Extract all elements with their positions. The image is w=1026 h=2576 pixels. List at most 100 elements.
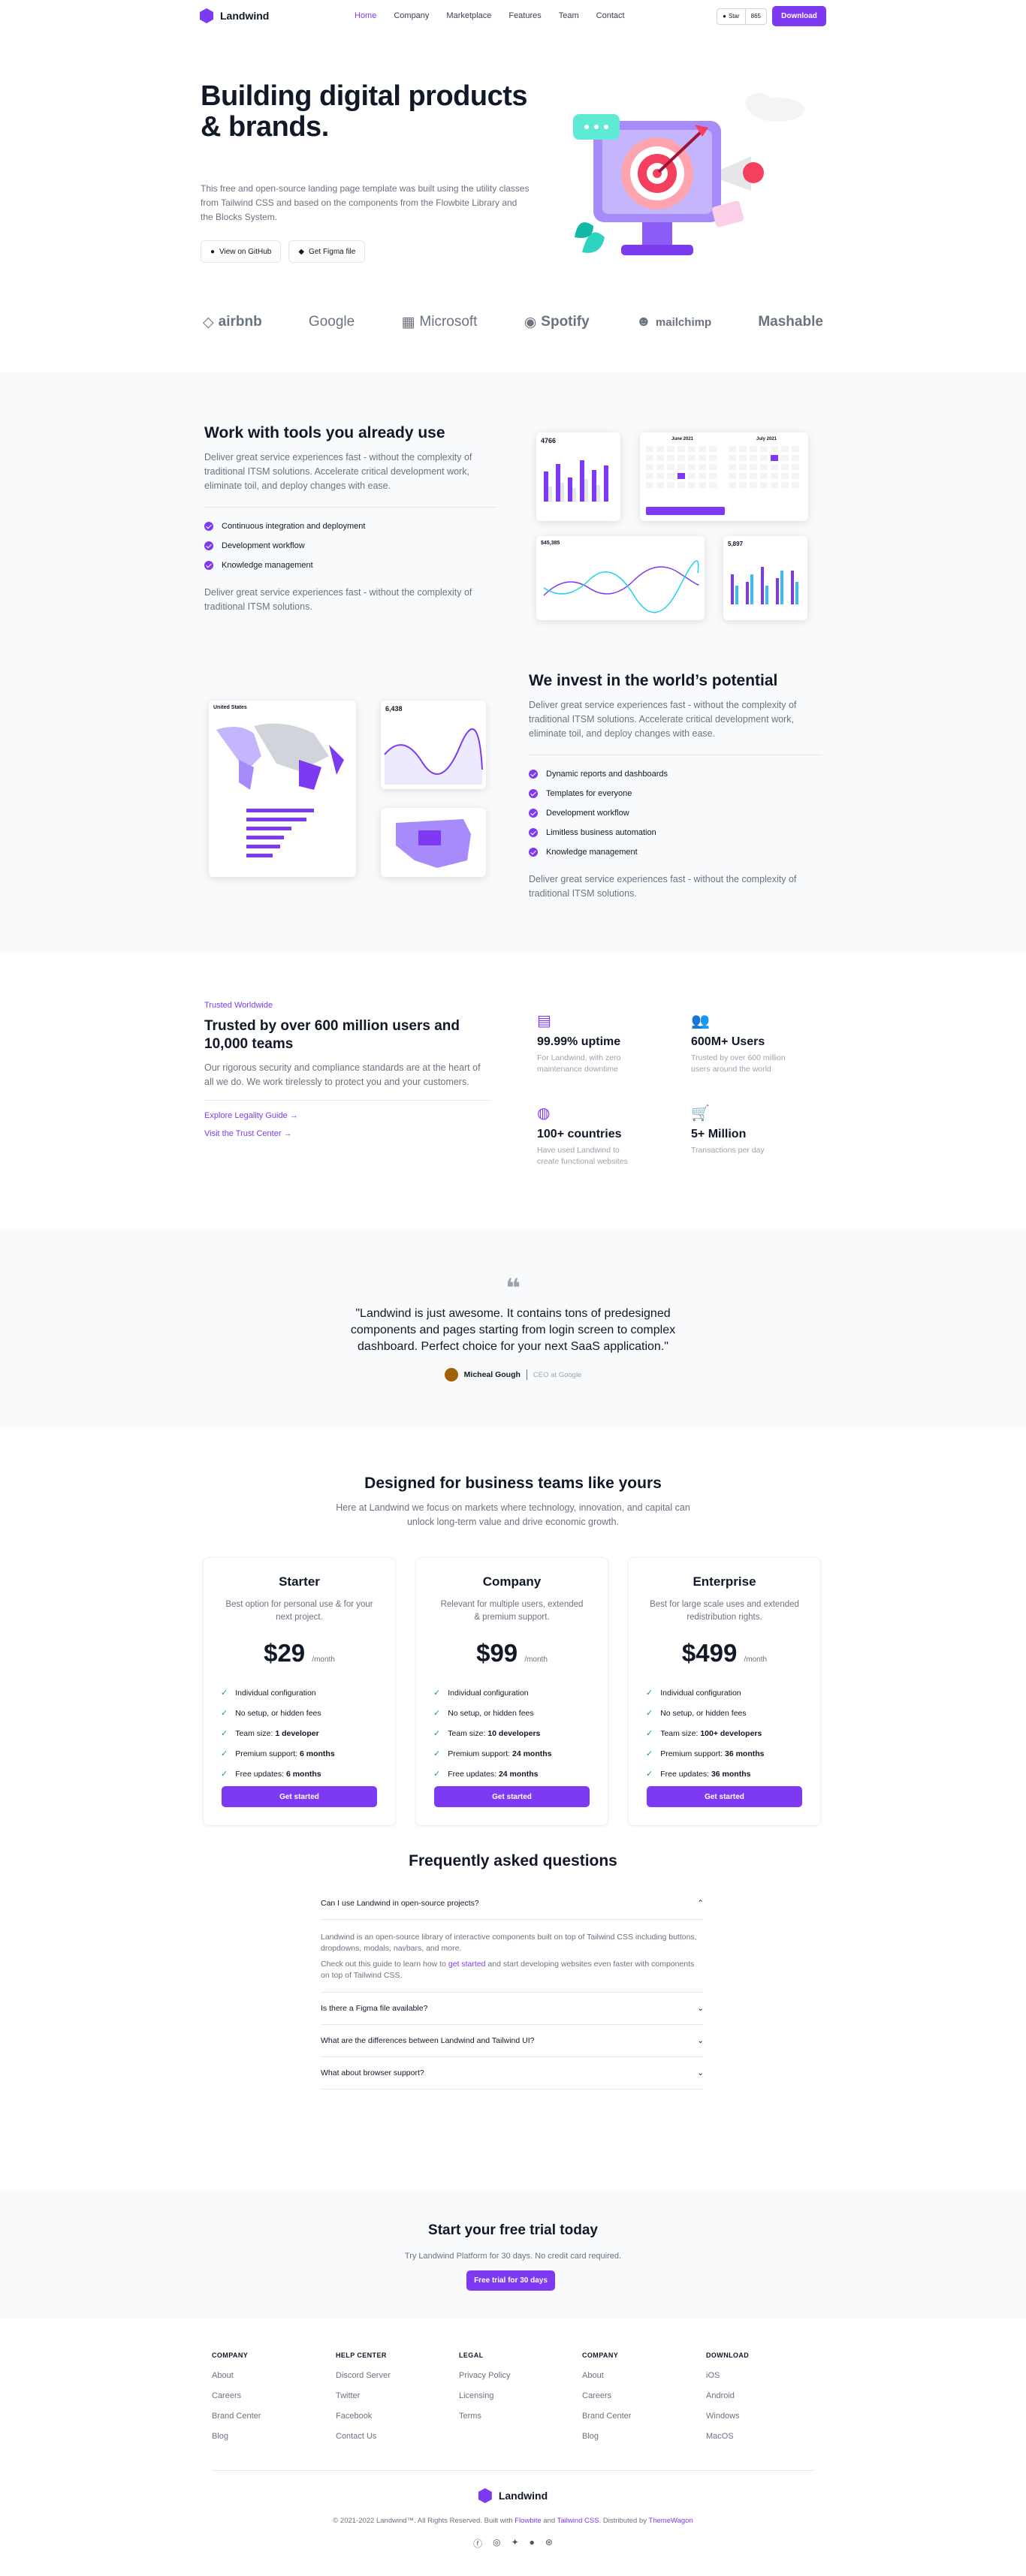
chevron-down-icon: ⌄	[697, 2004, 704, 2013]
view-github-button[interactable]: ● View on GitHub	[201, 240, 282, 263]
line-chart-preview	[543, 560, 699, 613]
flowbite-link[interactable]: Flowbite	[515, 2517, 541, 2525]
themewagon-link[interactable]: ThemeWagon	[648, 2517, 693, 2525]
get-started-button[interactable]: Get started	[222, 1786, 377, 1807]
testimonial-role: CEO at Google	[533, 1370, 582, 1379]
card-value: 6,438	[385, 705, 403, 713]
pricing-card-starter: Starter Best option for personal use & f…	[203, 1557, 396, 1826]
footer-link[interactable]: About	[582, 2371, 604, 2380]
hero-title: Building digital products & brands.	[201, 80, 528, 143]
testimonial-quote: "Landwind is just awesome. It contains t…	[350, 1307, 676, 1353]
get-started-button[interactable]: Get started	[434, 1786, 590, 1807]
free-trial-button[interactable]: Free trial for 30 days	[466, 2270, 555, 2291]
us-map-preview	[396, 819, 471, 868]
testimonial-section: ❝ "Landwind is just awesome. It contains…	[0, 1228, 1026, 1427]
social-links: ⓕ ◎ ✦ ● ⊛	[0, 2537, 1026, 2550]
tailwind-link[interactable]: Tailwind CSS	[557, 2517, 599, 2525]
legality-guide-link[interactable]: Explore Legality Guide →	[204, 1111, 490, 1120]
copyright: © 2021-2022 Landwind™. All Rights Reserv…	[333, 2517, 693, 2525]
get-started-link[interactable]: get started	[448, 1960, 486, 1969]
check-icon: ✓	[221, 1749, 228, 1758]
check-icon	[529, 770, 538, 779]
footer-link[interactable]: Blog	[212, 2432, 228, 2441]
footer-link[interactable]: Contact Us	[336, 2432, 376, 2441]
trust-eyebrow: Trusted Worldwide	[204, 1001, 273, 1010]
bar-chart-card: 4766	[536, 432, 620, 521]
footer-link[interactable]: Twitter	[336, 2391, 360, 2400]
footer-link[interactable]: Facebook	[336, 2412, 372, 2421]
avatar	[444, 1368, 458, 1381]
stat-users: 👥 600M+ Users Trusted by over 600 million …	[691, 1013, 786, 1074]
microsoft-logo: ▦ Microsoft	[401, 314, 478, 330]
check-icon	[529, 848, 538, 857]
stat-transactions: 🛒 5+ Million Transactions per day	[691, 1105, 765, 1155]
hero-description: This free and open-source landing page t…	[201, 183, 530, 222]
plan-feature: ✓ Free updates: 24 months	[433, 1769, 539, 1779]
footer-column: HELP CENTER Discord Server Twitter Facebook…	[336, 2352, 391, 2452]
github-icon[interactable]: ●	[530, 2537, 535, 2550]
users-icon: 👥	[691, 1013, 710, 1029]
footer-link[interactable]: Careers	[582, 2391, 611, 2400]
check-icon: ✓	[646, 1689, 653, 1698]
invest-item: Limitless business automation	[529, 823, 822, 842]
chevron-down-icon: ⌄	[697, 2036, 704, 2045]
instagram-icon[interactable]: ◎	[493, 2537, 500, 2550]
chevron-down-icon: ⌄	[697, 2068, 704, 2077]
plan-description: Relevant for multiple users, extended & …	[440, 1600, 584, 1622]
pricing-description: Here at Landwind we focus on markets whe…	[336, 1502, 690, 1527]
get-figma-button[interactable]: ◆ Get Figma file	[288, 240, 366, 263]
footer-link[interactable]: Brand Center	[212, 2412, 261, 2421]
footer-link[interactable]: Privacy Policy	[459, 2371, 510, 2380]
check-icon: ✓	[221, 1689, 228, 1698]
trust-description: Our rigorous security and compliance sta…	[204, 1062, 481, 1087]
footer-logo[interactable]: Landwind	[0, 2488, 1026, 2503]
twitter-icon[interactable]: ✦	[511, 2537, 519, 2550]
brand-logos: ◇ airbnb Google ▦ Microsoft ◉ Spotify ☻ mail…	[0, 272, 1026, 372]
footer-link[interactable]: Discord Server	[336, 2371, 391, 2380]
stat-uptime: ▤ 99.99% uptime For Landwind, with zero ma…	[537, 1013, 621, 1074]
footer-link[interactable]: Android	[706, 2391, 735, 2400]
faq-question[interactable]: Is there a Figma file available? ⌄	[321, 1993, 704, 2025]
footer-link[interactable]: MacOS	[706, 2432, 734, 2441]
pricing-card-company: Company Relevant for multiple users, ext…	[415, 1557, 608, 1826]
faq-question[interactable]: What are the differences between Landwin…	[321, 2025, 704, 2057]
plan-price: $499 /month	[681, 1639, 768, 1667]
nav-marketplace[interactable]: Marketplace	[446, 11, 491, 20]
faq-question-open[interactable]: Can I use Landwind in open-source projec…	[321, 1888, 704, 1920]
footer-link[interactable]: Windows	[706, 2412, 740, 2421]
footer-link[interactable]: About	[212, 2371, 234, 2380]
figma-icon: ◆	[298, 247, 305, 256]
check-icon: ✓	[433, 1709, 441, 1718]
dribbble-icon[interactable]: ⊛	[545, 2537, 553, 2550]
nav-team[interactable]: Team	[559, 11, 579, 20]
nav-company[interactable]: Company	[394, 11, 429, 20]
navbar: Landwind Home Company Marketplace Featur…	[0, 0, 1026, 32]
check-icon	[204, 541, 213, 550]
footer-link[interactable]: iOS	[706, 2371, 720, 2380]
invest-item: Templates for everyone	[529, 784, 822, 803]
footer-link[interactable]: Licensing	[459, 2391, 493, 2400]
facebook-icon[interactable]: ⓕ	[473, 2537, 482, 2550]
nav-features[interactable]: Features	[508, 11, 541, 20]
footer-link[interactable]: Brand Center	[582, 2412, 631, 2421]
github-star-button[interactable]: ● Star 865	[717, 8, 767, 25]
faq-question[interactable]: What about browser support? ⌄	[321, 2057, 704, 2089]
mailchimp-logo: ☻ mailchimp	[635, 314, 712, 330]
world-map-preview	[216, 723, 344, 790]
footer: COMPANY About Careers Brand Center Blog HELP …	[0, 2318, 1026, 2576]
get-started-button[interactable]: Get started	[647, 1786, 802, 1807]
calendar-apply-button[interactable]	[646, 507, 725, 515]
pricing-card-enterprise: Enterprise Best for large scale uses and…	[628, 1557, 821, 1826]
footer-link[interactable]: Careers	[212, 2391, 241, 2400]
country-bars	[246, 809, 314, 857]
footer-link[interactable]: Terms	[459, 2412, 481, 2421]
plan-description: Best for large scale uses and extended r…	[650, 1600, 799, 1622]
nav-home[interactable]: Home	[355, 11, 376, 20]
trust-section: Trusted Worldwide Trusted by over 600 mi…	[0, 954, 1026, 1228]
github-icon: ●	[723, 13, 726, 20]
brand-logo[interactable]: Landwind	[200, 8, 269, 23]
trust-center-link[interactable]: Visit the Trust Center →	[204, 1129, 490, 1138]
nav-contact[interactable]: Contact	[596, 11, 625, 20]
download-button[interactable]: Download	[772, 6, 826, 26]
footer-link[interactable]: Blog	[582, 2432, 599, 2441]
